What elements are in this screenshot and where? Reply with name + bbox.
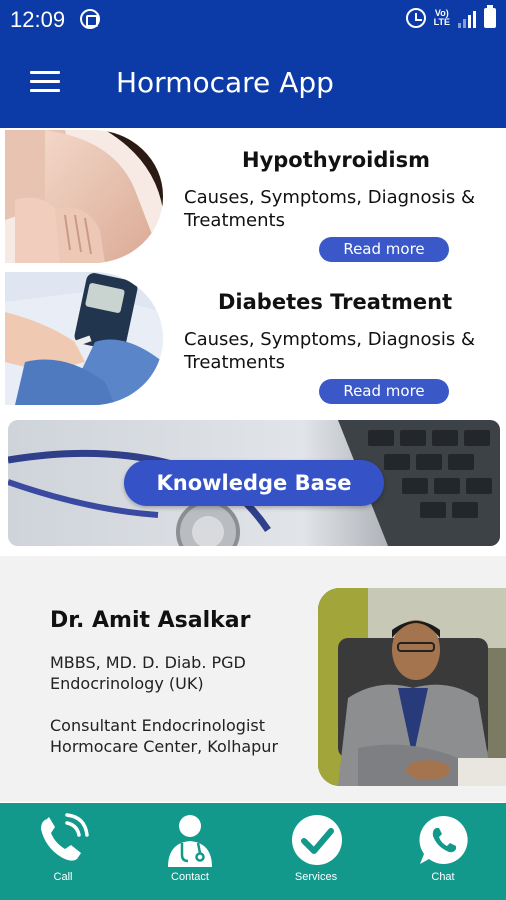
hamburger-menu-icon[interactable] <box>30 71 60 95</box>
article-subtitle-line1: Causes, Symptoms, Diagnosis & <box>184 329 475 350</box>
volte-label-bottom: LTE <box>433 17 450 27</box>
doctor-icon <box>168 815 212 867</box>
article-card-diabetes[interactable]: Diabetes Treatment Causes, Symptoms, Dia… <box>0 272 506 412</box>
doctor-photo <box>318 588 506 786</box>
alarm-icon <box>405 8 426 28</box>
role-line: Hormocare Center, Kolhapur <box>50 737 279 756</box>
whatsapp-icon <box>419 815 468 864</box>
role-line: Consultant Endocrinologist <box>50 716 265 735</box>
article-subtitle-line1: Causes, Symptoms, Diagnosis & <box>184 187 475 208</box>
checkmark-icon <box>292 815 342 865</box>
qualification-line: MBBS, MD. D. Diab. PGD <box>50 653 246 672</box>
read-more-button[interactable]: Read more <box>319 379 449 404</box>
doctor-name: Dr. Amit Asalkar <box>50 608 251 633</box>
knowledge-base-button[interactable]: Knowledge Base <box>124 460 384 506</box>
nav-chat[interactable]: Chat <box>380 803 506 900</box>
status-time: 12:09 <box>10 7 66 32</box>
article-title: Diabetes Treatment <box>218 290 453 314</box>
nav-call[interactable]: Call <box>0 803 126 900</box>
status-icons: Vo) LTE <box>405 5 496 28</box>
qualification-line: Endocrinology (UK) <box>50 674 204 693</box>
nav-services[interactable]: Services <box>253 803 379 900</box>
nav-label: Call <box>53 871 73 883</box>
read-more-button[interactable]: Read more <box>319 237 449 262</box>
diabetes-image <box>5 272 163 405</box>
phone-icon <box>41 813 89 861</box>
volte-icon: Vo) LTE <box>434 9 450 27</box>
article-title: Hypothyroidism <box>242 148 430 172</box>
app-title: Hormocare App <box>116 66 334 99</box>
doctor-profile: Dr. Amit Asalkar MBBS, MD. D. Diab. PGD … <box>0 556 506 802</box>
doctor-qualifications: MBBS, MD. D. Diab. PGD Endocrinology (UK… <box>50 652 246 694</box>
article-card-hypothyroidism[interactable]: Hypothyroidism Causes, Symptoms, Diagnos… <box>0 130 506 270</box>
article-subtitle-line2: Treatments <box>184 352 285 373</box>
doctor-role: Consultant Endocrinologist Hormocare Cen… <box>50 715 278 757</box>
nav-label: Services <box>294 871 338 883</box>
notification-icon <box>80 9 100 29</box>
article-subtitle-line2: Treatments <box>184 210 285 231</box>
hypothyroidism-image <box>5 130 163 263</box>
app-bar: Hormocare App <box>0 40 506 128</box>
nav-label: Contact <box>171 871 209 883</box>
signal-icon <box>458 8 476 28</box>
nav-label: Chat <box>431 871 455 883</box>
bottom-navigation: Call Contact Services Chat <box>0 803 506 900</box>
battery-icon <box>484 5 496 28</box>
status-bar: 12:09 Vo) LTE <box>0 0 506 40</box>
nav-contact[interactable]: Contact <box>127 803 253 900</box>
